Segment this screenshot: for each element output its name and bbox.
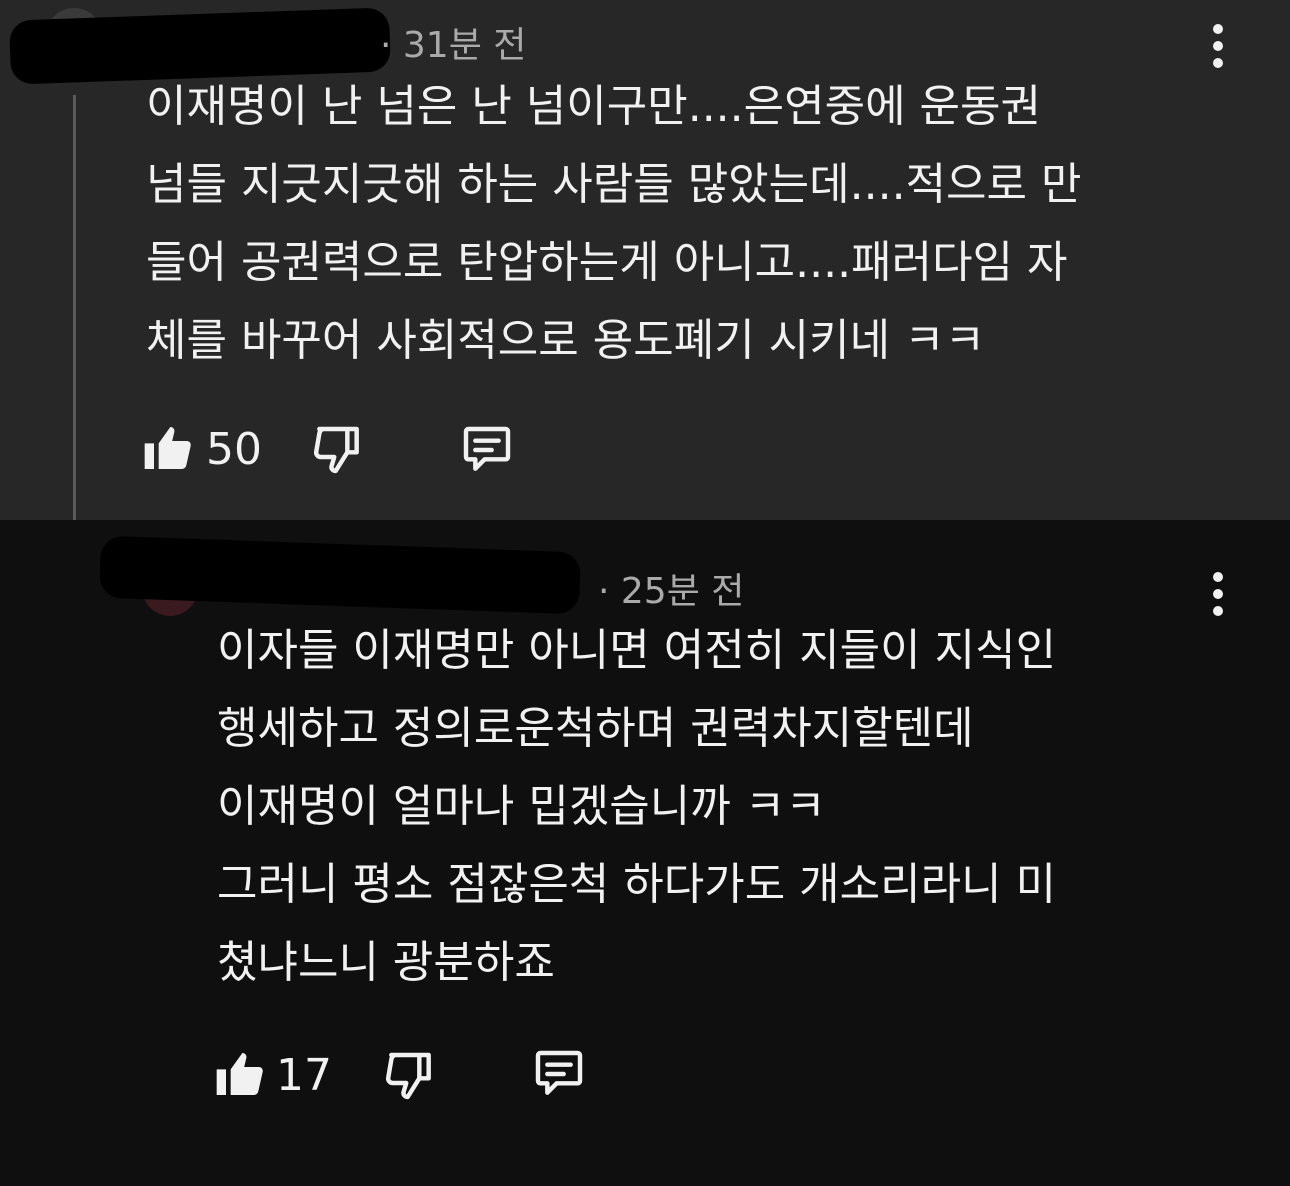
- more-options-button[interactable]: [1198, 18, 1238, 78]
- dislike-button[interactable]: [310, 422, 366, 478]
- more-vert-icon-dot: [1213, 606, 1223, 616]
- reply-button[interactable]: [530, 1046, 588, 1102]
- comment-icon: [535, 1050, 583, 1095]
- comment-timestamp: · 31분 전: [380, 25, 527, 66]
- like-count: 17: [276, 1050, 332, 1101]
- thumbs-down-icon: [385, 1052, 431, 1100]
- comment-body: 이재명이 난 넘은 난 넘이구만....은연중에 운동권 넘들 지긋지긋해 하는…: [146, 68, 1081, 380]
- comment-line: 그러니 평소 점잖은척 하다가도 개소리라니 미: [217, 859, 1057, 910]
- more-options-button[interactable]: [1198, 562, 1238, 622]
- more-vert-icon-dot: [1213, 41, 1223, 51]
- comment-line: 넘들 지긋지긋해 하는 사람들 많았는데....적으로 만: [146, 159, 1082, 210]
- more-vert-icon-dot: [1213, 58, 1223, 68]
- comment-line: 쳤냐느니 광분하죠: [217, 937, 555, 988]
- thumbs-down-icon: [313, 426, 359, 474]
- more-vert-icon: [1213, 572, 1223, 582]
- thumbs-up-icon: [216, 1053, 263, 1095]
- comment-timestamp: · 25분 전: [598, 571, 745, 612]
- comment-icon: [463, 426, 511, 471]
- more-vert-icon-dot: [1213, 589, 1223, 599]
- comment-line: 행세하고 정의로운척하며 권력차지할텐데: [217, 703, 974, 754]
- comment-line: 이재명이 난 넘은 난 넘이구만....은연중에 운동권: [146, 81, 1041, 132]
- more-vert-icon: [1213, 24, 1223, 34]
- comment-line: 이자들 이재명만 아니면 여전히 지들이 지식인: [217, 625, 1057, 676]
- thumbs-up-icon: [144, 427, 191, 469]
- comment-line: 이재명이 얼마나 밉겠습니까 ㅋㅋ: [217, 781, 826, 832]
- comment-parent: · 31분 전 이재명이 난 넘은 난 넘이구만....은연중에 운동권 넘들 …: [0, 0, 1290, 520]
- comment-line: 체를 바꾸어 사회적으로 용도폐기 시키네 ㅋㅋ: [146, 315, 986, 366]
- reply-button[interactable]: [458, 422, 516, 478]
- comment-body: 이자들 이재명만 아니면 여전히 지들이 지식인 행세하고 정의로운척하며 권력…: [217, 612, 1056, 1002]
- like-button[interactable]: [140, 420, 196, 476]
- dislike-button[interactable]: [382, 1048, 438, 1104]
- like-button[interactable]: [212, 1046, 268, 1102]
- like-count: 50: [206, 424, 262, 475]
- comment-line: 들어 공권력으로 탄압하는게 아니고....패러다임 자: [146, 237, 1068, 288]
- thread-connector-line: [73, 95, 125, 575]
- comment-reply: · 25분 전 이자들 이재명만 아니면 여전히 지들이 지식인 행세하고 정의…: [0, 520, 1290, 1186]
